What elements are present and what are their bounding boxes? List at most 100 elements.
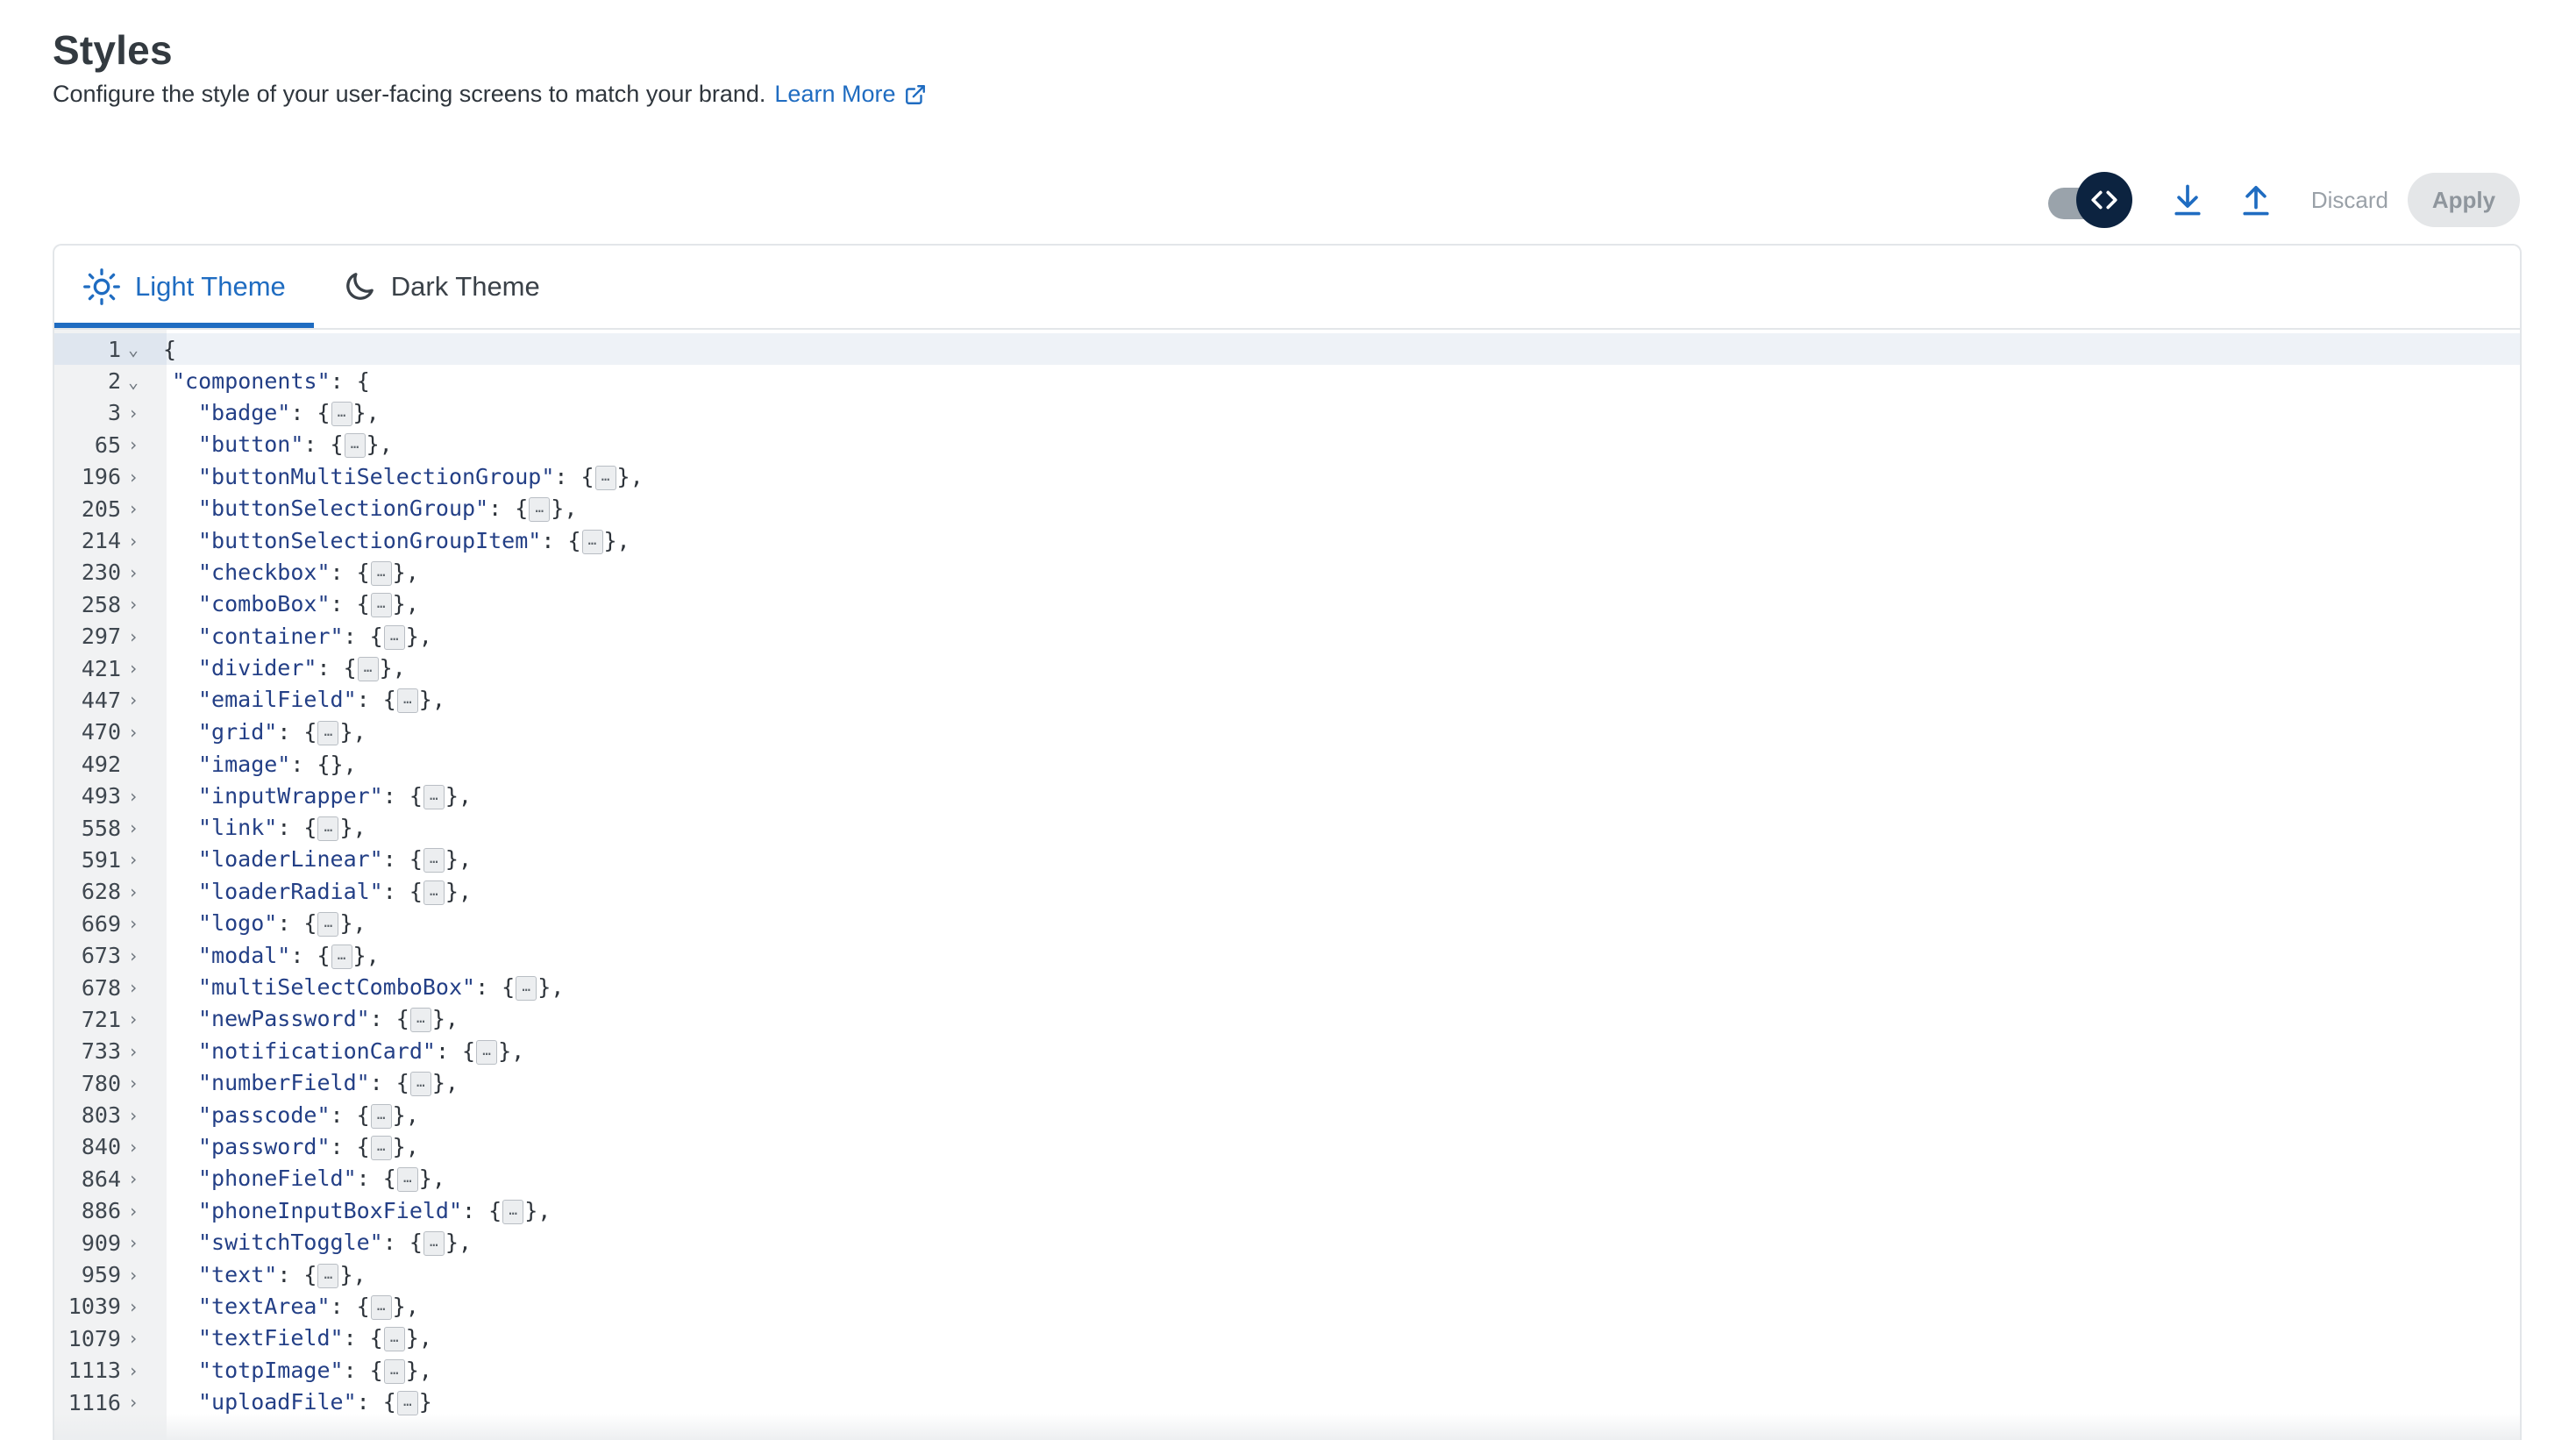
collapsed-ellipsis[interactable]: … bbox=[423, 848, 445, 873]
collapsed-ellipsis[interactable]: … bbox=[529, 497, 551, 523]
upload-button[interactable] bbox=[2237, 172, 2275, 228]
learn-more-link[interactable]: Learn More bbox=[774, 81, 927, 108]
code-line: 447 › "emailField": {…}, bbox=[54, 684, 2520, 716]
fold-closed-icon[interactable]: › bbox=[121, 1360, 146, 1381]
tab-light-theme[interactable]: Light Theme bbox=[54, 246, 314, 328]
collapsed-ellipsis[interactable]: … bbox=[317, 912, 339, 937]
fold-closed-icon[interactable]: › bbox=[121, 562, 146, 583]
collapsed-ellipsis[interactable]: … bbox=[344, 433, 366, 459]
fold-closed-icon[interactable]: › bbox=[121, 498, 146, 519]
line-number: 1079 bbox=[68, 1325, 121, 1351]
collapsed-ellipsis[interactable]: … bbox=[370, 1135, 392, 1160]
collapsed-ellipsis[interactable]: … bbox=[383, 1358, 405, 1384]
collapsed-ellipsis[interactable]: … bbox=[317, 1263, 339, 1288]
collapsed-ellipsis[interactable]: … bbox=[370, 1294, 392, 1320]
json-punctuation: : { bbox=[356, 1389, 396, 1415]
fold-closed-icon[interactable]: › bbox=[121, 817, 146, 838]
fold-closed-icon[interactable]: › bbox=[121, 945, 146, 966]
fold-closed-icon[interactable]: › bbox=[121, 1168, 146, 1189]
fold-closed-icon[interactable]: › bbox=[121, 658, 146, 679]
collapsed-ellipsis[interactable]: … bbox=[370, 1103, 392, 1129]
code-line: 840 › "password": {…}, bbox=[54, 1131, 2520, 1163]
collapsed-ellipsis[interactable]: … bbox=[383, 1327, 405, 1352]
fold-closed-icon[interactable]: › bbox=[121, 1105, 146, 1126]
collapsed-ellipsis[interactable]: … bbox=[370, 593, 392, 618]
code-line: 669 › "logo": {…}, bbox=[54, 908, 2520, 939]
fold-closed-icon[interactable]: › bbox=[121, 1232, 146, 1253]
fold-closed-icon[interactable]: › bbox=[121, 403, 146, 424]
code-text: "divider": {…}, bbox=[146, 655, 406, 682]
code-text: "phoneField": {…}, bbox=[146, 1166, 445, 1193]
code-icon bbox=[2091, 190, 2117, 210]
collapsed-ellipsis[interactable]: … bbox=[409, 1008, 431, 1033]
code-line: 493 › "inputWrapper": {…}, bbox=[54, 780, 2520, 811]
fold-closed-icon[interactable]: › bbox=[121, 722, 146, 743]
collapsed-ellipsis[interactable]: … bbox=[423, 784, 445, 809]
line-number: 1116 bbox=[68, 1389, 121, 1415]
code-text: "uploadFile": {…} bbox=[146, 1389, 432, 1416]
discard-button[interactable]: Discard bbox=[2308, 187, 2392, 214]
json-key: "link" bbox=[198, 815, 278, 841]
collapsed-ellipsis[interactable]: … bbox=[516, 976, 537, 1001]
fold-closed-icon[interactable]: › bbox=[121, 626, 146, 647]
fold-closed-icon[interactable]: › bbox=[121, 689, 146, 710]
collapsed-ellipsis[interactable]: … bbox=[502, 1199, 524, 1224]
collapsed-ellipsis[interactable]: … bbox=[317, 816, 339, 842]
fold-closed-icon[interactable]: › bbox=[121, 1009, 146, 1030]
collapsed-ellipsis[interactable]: … bbox=[396, 1167, 418, 1193]
collapsed-ellipsis[interactable]: … bbox=[370, 560, 392, 586]
fold-closed-icon[interactable]: › bbox=[121, 1328, 146, 1349]
collapsed-ellipsis[interactable]: … bbox=[423, 1231, 445, 1257]
code-line: 628 › "loaderRadial": {…}, bbox=[54, 876, 2520, 908]
fold-closed-icon[interactable]: › bbox=[121, 1265, 146, 1286]
collapsed-ellipsis[interactable]: … bbox=[409, 1072, 431, 1097]
fold-closed-icon[interactable]: › bbox=[121, 467, 146, 488]
fold-open-icon[interactable]: ⌄ bbox=[121, 371, 146, 392]
theme-tabs: Light Theme Dark Theme bbox=[54, 246, 2520, 330]
code-text: "inputWrapper": {…}, bbox=[146, 783, 472, 809]
fold-open-icon[interactable]: ⌄ bbox=[121, 339, 146, 360]
json-punctuation: }, bbox=[392, 559, 419, 585]
learn-more-label: Learn More bbox=[774, 81, 896, 107]
fold-closed-icon[interactable]: › bbox=[121, 531, 146, 552]
fold-closed-icon[interactable]: › bbox=[121, 594, 146, 615]
tab-dark-theme[interactable]: Dark Theme bbox=[314, 246, 568, 328]
fold-closed-icon[interactable]: › bbox=[121, 1041, 146, 1062]
json-punctuation: : { bbox=[330, 1293, 370, 1319]
fold-closed-icon[interactable]: › bbox=[121, 1073, 146, 1094]
json-punctuation: : { bbox=[382, 878, 423, 904]
fold-closed-icon[interactable]: › bbox=[121, 1296, 146, 1317]
collapsed-ellipsis[interactable]: … bbox=[476, 1039, 498, 1065]
apply-button[interactable]: Apply bbox=[2408, 173, 2520, 227]
code-view-toggle[interactable] bbox=[2047, 172, 2132, 228]
fold-closed-icon[interactable]: › bbox=[121, 434, 146, 455]
fold-closed-icon[interactable]: › bbox=[121, 1201, 146, 1222]
code-line: 678 › "multiSelectComboBox": {…}, bbox=[54, 972, 2520, 1003]
collapsed-ellipsis[interactable]: … bbox=[317, 720, 339, 745]
collapsed-ellipsis[interactable]: … bbox=[357, 657, 379, 682]
fold-closed-icon[interactable]: › bbox=[121, 849, 146, 870]
collapsed-ellipsis[interactable]: … bbox=[594, 465, 616, 490]
fold-closed-icon[interactable]: › bbox=[121, 881, 146, 902]
json-punctuation: : { bbox=[554, 463, 594, 489]
line-number: 1113 bbox=[68, 1358, 121, 1384]
fold-closed-icon[interactable]: › bbox=[121, 786, 146, 807]
json-punctuation: : { bbox=[277, 718, 317, 745]
json-code-editor[interactable]: 1 ⌄{2 ⌄ "components": {3 › "badge": {…}, 65 › "b… bbox=[54, 330, 2520, 1440]
fold-closed-icon[interactable]: › bbox=[121, 1392, 146, 1413]
collapsed-ellipsis[interactable]: … bbox=[396, 1391, 418, 1416]
download-button[interactable] bbox=[2168, 172, 2207, 228]
fold-closed-icon[interactable]: › bbox=[121, 977, 146, 998]
collapsed-ellipsis[interactable]: … bbox=[331, 401, 352, 426]
json-punctuation: }, bbox=[392, 1293, 419, 1319]
collapsed-ellipsis[interactable]: … bbox=[581, 529, 603, 554]
fold-closed-icon[interactable]: › bbox=[121, 1137, 146, 1158]
collapsed-ellipsis[interactable]: … bbox=[331, 944, 352, 969]
collapsed-ellipsis[interactable]: … bbox=[383, 624, 405, 650]
fold-closed-icon[interactable]: › bbox=[121, 913, 146, 934]
json-punctuation: }, bbox=[537, 974, 565, 1000]
page-subtitle: Configure the style of your user-facing … bbox=[53, 81, 927, 108]
collapsed-ellipsis[interactable]: … bbox=[396, 688, 418, 714]
collapsed-ellipsis[interactable]: … bbox=[423, 880, 445, 905]
json-key: "password" bbox=[198, 1133, 331, 1159]
